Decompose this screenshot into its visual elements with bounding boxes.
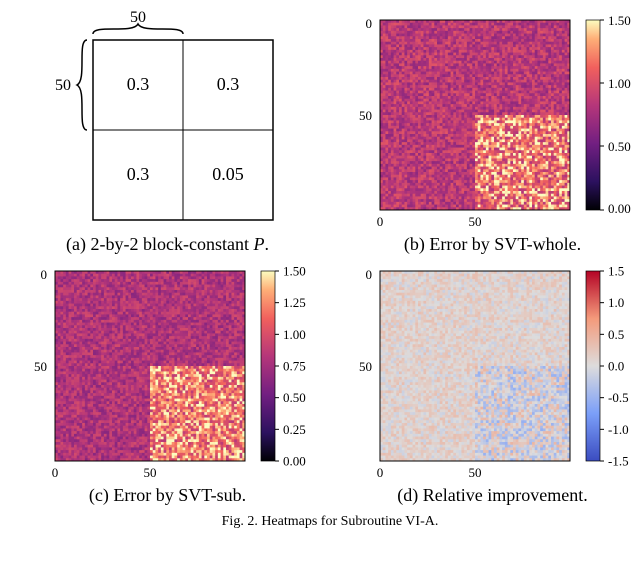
block-diagram: 0.3 0.3 0.3 0.05 50 50 [23, 10, 313, 230]
height-label: 50 [55, 77, 71, 94]
cbar-tick: 0.00 [283, 454, 306, 469]
panel-a-caption-prefix: (a) 2-by-2 block-constant [66, 234, 253, 254]
cbar-tick: 0.0 [608, 359, 624, 374]
cbar-tick: 0.00 [608, 201, 631, 216]
panel-d-caption: (d) Relative improvement. [397, 485, 587, 506]
panel-b: 0 50 0 50 [335, 10, 640, 255]
xtick-50: 50 [468, 214, 481, 229]
ytick-0: 0 [365, 16, 372, 31]
ytick-50: 50 [359, 108, 372, 123]
panel-b-caption: (b) Error by SVT-whole. [404, 234, 581, 255]
cbar-tick: 1.5 [608, 264, 624, 279]
width-label: 50 [130, 10, 146, 26]
xtick-50: 50 [468, 465, 481, 480]
heatmap-b: 0 50 0 50 [338, 10, 640, 230]
panel-a-caption-suffix: . [264, 234, 269, 254]
cbar-tick: 0.5 [608, 327, 624, 342]
panel-c-caption: (c) Error by SVT-sub. [89, 485, 246, 506]
xtick-0: 0 [51, 465, 58, 480]
panel-a-caption: (a) 2-by-2 block-constant P. [66, 234, 269, 255]
cell-00: 0.3 [126, 74, 149, 94]
ytick-0: 0 [365, 267, 372, 282]
cbar-tick: 0.75 [283, 359, 306, 374]
ytick-50: 50 [359, 359, 372, 374]
xtick-0: 0 [376, 465, 383, 480]
panel-a-caption-math: P [253, 234, 264, 254]
xtick-0: 0 [376, 214, 383, 229]
cbar-tick: -1.0 [608, 422, 629, 437]
cell-11: 0.05 [212, 164, 244, 184]
cell-01: 0.3 [216, 74, 239, 94]
panel-a: 0.3 0.3 0.3 0.05 50 50 (a) 2-by-2 block-… [10, 10, 325, 255]
figure-grid: 0.3 0.3 0.3 0.05 50 50 (a) 2-by-2 block-… [10, 10, 640, 506]
cbar-tick: 1.0 [608, 295, 624, 310]
heatmap-d: 0 50 0 50 1.5 1.0 0.5 0.0 -0.5 -1.0 -1.5 [338, 261, 640, 481]
ytick-50: 50 [34, 359, 47, 374]
heatmap-c: 0 50 0 50 1.50 [13, 261, 323, 481]
cbar-tick: 0.50 [608, 139, 631, 154]
cell-10: 0.3 [126, 164, 149, 184]
figure-caption: Fig. 2. Heatmaps for Subroutine VI-A. [10, 514, 640, 530]
cbar-tick: 1.25 [283, 295, 306, 310]
cbar-tick: 1.00 [608, 76, 631, 91]
panel-d: 0 50 0 50 1.5 1.0 0.5 0.0 -0.5 -1.0 -1.5 [335, 261, 640, 506]
cbar-tick: -1.5 [608, 454, 629, 469]
xtick-50: 50 [143, 465, 156, 480]
ytick-0: 0 [40, 267, 47, 282]
panel-c: 0 50 0 50 1.50 [10, 261, 325, 506]
cbar-tick: 1.00 [283, 327, 306, 342]
cbar-tick: 1.50 [283, 264, 306, 279]
cbar-tick: 1.50 [608, 13, 631, 28]
cbar-tick: 0.25 [283, 422, 306, 437]
cbar-tick: -0.5 [608, 390, 629, 405]
cbar-tick: 0.50 [283, 390, 306, 405]
